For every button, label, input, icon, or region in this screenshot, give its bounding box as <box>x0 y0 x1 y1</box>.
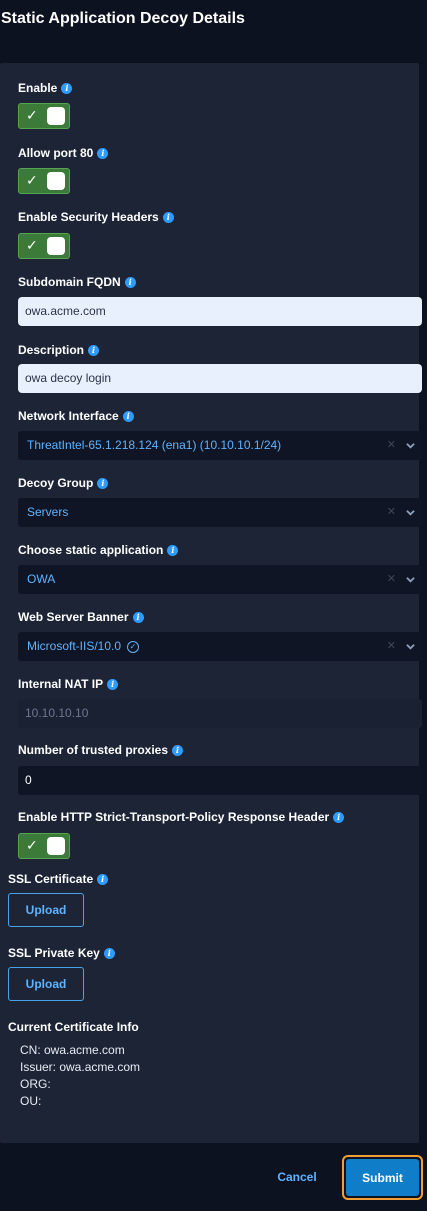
info-icon[interactable]: i <box>103 947 115 959</box>
allow-port-80-toggle[interactable]: ✓ <box>18 168 70 194</box>
description-label: Description i <box>18 343 100 357</box>
info-icon[interactable]: i <box>124 276 136 288</box>
network-interface-value: ThreatIntel-65.1.218.124 (ena1) (10.10.1… <box>27 438 282 452</box>
decoy-group-label: Decoy Group i <box>18 476 109 490</box>
internal-nat-ip-label: Internal NAT IP i <box>18 677 119 691</box>
subdomain-fqdn-label: Subdomain FQDN i <box>18 275 136 289</box>
toggle-knob <box>47 107 65 125</box>
submit-button[interactable]: Submit <box>342 1155 423 1200</box>
internal-nat-ip-input[interactable]: 10.10.10.10 <box>18 699 422 728</box>
subdomain-fqdn-input[interactable]: owa.acme.com <box>18 297 422 326</box>
trusted-proxies-label: Number of trusted proxies i <box>18 743 184 757</box>
network-interface-select[interactable]: ThreatIntel-65.1.218.124 (ena1) (10.10.1… <box>18 431 422 460</box>
chevron-down-icon[interactable] <box>406 642 415 651</box>
enable-toggle[interactable]: ✓ <box>18 103 70 129</box>
cert-ou: OU: <box>20 1094 42 1108</box>
info-icon[interactable]: i <box>333 811 345 823</box>
check-icon: ✓ <box>26 108 38 124</box>
info-icon[interactable]: i <box>132 611 144 623</box>
clear-icon[interactable]: ✕ <box>387 632 396 661</box>
check-icon: ✓ <box>26 838 38 854</box>
enable-label: Enable i <box>18 81 73 95</box>
clear-icon[interactable]: ✕ <box>387 498 396 527</box>
trusted-proxies-input[interactable]: 0 <box>18 766 422 795</box>
toggle-knob <box>47 172 65 190</box>
check-circle-icon: ✓ <box>127 640 140 653</box>
static-application-value: OWA <box>27 572 56 586</box>
check-icon: ✓ <box>26 173 38 189</box>
web-server-banner-value: Microsoft-IIS/10.0 <box>27 639 122 653</box>
check-icon: ✓ <box>26 238 38 254</box>
static-application-select[interactable]: OWA ✕ <box>18 565 422 594</box>
info-icon[interactable]: i <box>97 873 109 885</box>
submit-button-label: Submit <box>346 1159 419 1196</box>
decoy-group-value: Servers <box>27 505 69 519</box>
ssl-private-key-label: SSL Private Key i <box>8 946 115 960</box>
enable-security-headers-label: Enable Security Headers i <box>18 210 174 224</box>
info-icon[interactable]: i <box>97 477 109 489</box>
network-interface-label: Network Interface i <box>18 409 134 423</box>
web-server-banner-label: Web Server Banner i <box>18 610 144 624</box>
cert-cn: CN: owa.acme.com <box>20 1043 125 1057</box>
hsts-header-toggle[interactable]: ✓ <box>18 833 70 859</box>
chevron-down-icon[interactable] <box>406 508 415 517</box>
info-icon[interactable]: i <box>61 82 73 94</box>
toggle-knob <box>47 837 65 855</box>
cert-info-title: Current Certificate Info <box>8 1020 139 1034</box>
cert-org: ORG: <box>20 1077 51 1091</box>
cert-issuer: Issuer: owa.acme.com <box>20 1060 141 1074</box>
info-icon[interactable]: i <box>97 147 109 159</box>
web-server-banner-select[interactable]: Microsoft-IIS/10.0 ✓ ✕ <box>18 632 422 661</box>
allow-port-80-label: Allow port 80 i <box>18 146 109 160</box>
page-title: Static Application Decoy Details <box>1 10 245 27</box>
clear-icon[interactable]: ✕ <box>387 565 396 594</box>
info-icon[interactable]: i <box>122 410 134 422</box>
description-input[interactable]: owa decoy login <box>18 364 422 393</box>
cancel-button[interactable]: Cancel <box>270 1168 324 1186</box>
chevron-down-icon[interactable] <box>406 575 415 584</box>
chevron-down-icon[interactable] <box>406 441 415 450</box>
info-icon[interactable]: i <box>167 544 179 556</box>
info-icon[interactable]: i <box>162 211 174 223</box>
hsts-header-label: Enable HTTP Strict-Transport-Policy Resp… <box>18 810 345 824</box>
info-icon[interactable]: i <box>107 678 119 690</box>
static-application-label: Choose static application i <box>18 543 179 557</box>
ssl-private-key-upload-button[interactable]: Upload <box>8 967 84 1001</box>
ssl-certificate-label: SSL Certificate i <box>8 872 109 886</box>
info-icon[interactable]: i <box>172 744 184 756</box>
ssl-certificate-upload-button[interactable]: Upload <box>8 893 84 927</box>
decoy-group-select[interactable]: Servers ✕ <box>18 498 422 527</box>
toggle-knob <box>47 237 65 255</box>
enable-security-headers-toggle[interactable]: ✓ <box>18 233 70 259</box>
clear-icon[interactable]: ✕ <box>387 431 396 460</box>
info-icon[interactable]: i <box>88 344 100 356</box>
